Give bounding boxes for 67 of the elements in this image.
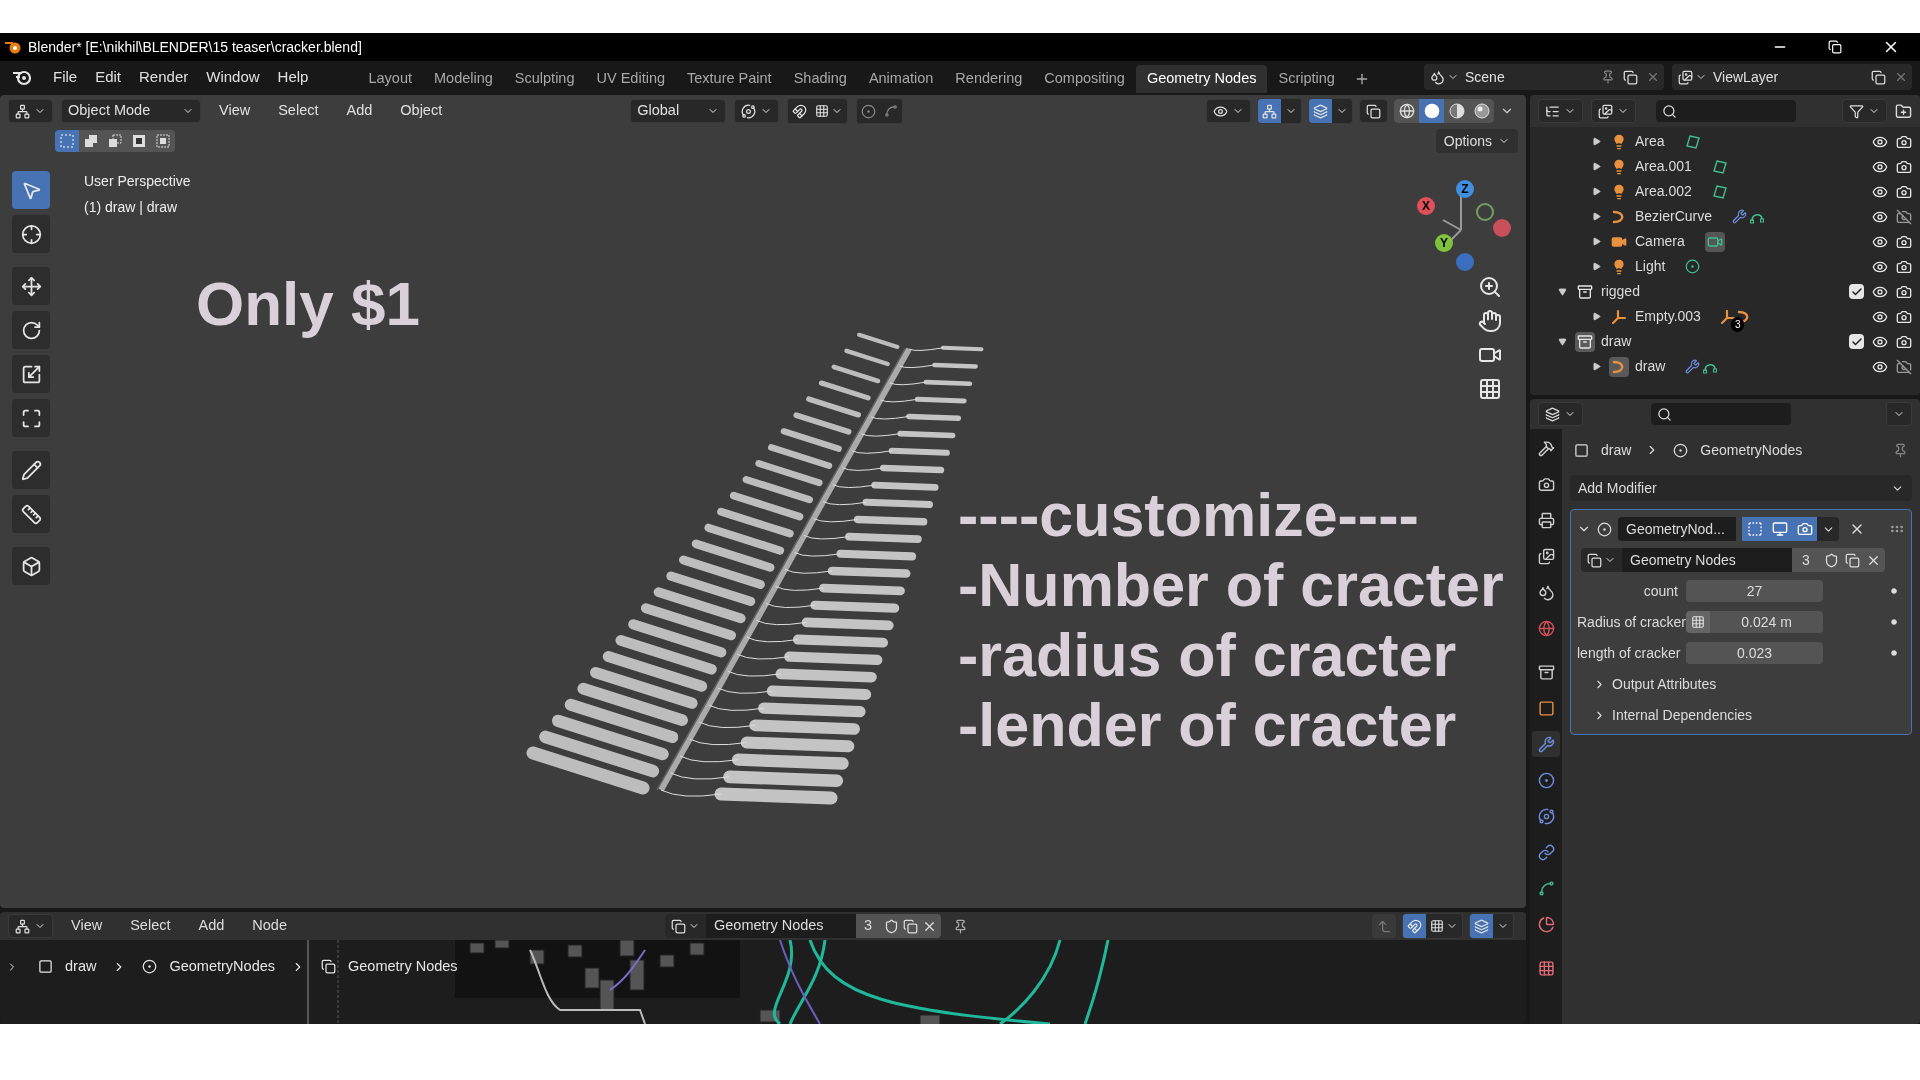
menu-item[interactable]: Select <box>120 915 181 937</box>
object-name[interactable]: Empty.003 <box>1635 306 1701 327</box>
node-group-field[interactable]: Geometry Nodes <box>705 914 856 938</box>
collection-name[interactable]: rigged <box>1601 281 1640 302</box>
count-badge: 3 <box>1730 316 1745 332</box>
axis-handle[interactable]: X <box>1417 197 1435 215</box>
menu-item[interactable]: Add <box>188 915 235 937</box>
viewport-info-text: (1) draw | draw <box>84 198 179 217</box>
object-name[interactable]: Area <box>1635 131 1665 152</box>
menu-item[interactable]: Help <box>268 65 318 89</box>
workspace-tab[interactable]: Texture Paint <box>676 65 783 93</box>
menu-item[interactable]: View <box>209 100 261 122</box>
menu-item[interactable]: File <box>44 65 87 89</box>
subpanel-header[interactable]: Internal Dependencies <box>1577 702 1905 728</box>
object-name[interactable]: Area.001 <box>1635 156 1692 177</box>
add-modifier-dropdown[interactable]: Add Modifier <box>1570 475 1912 501</box>
breadcrumb-item: draw <box>1601 440 1632 460</box>
value-field[interactable]: 27 <box>1686 580 1823 602</box>
modifier-name-field[interactable]: GeometryNod... <box>1618 517 1736 541</box>
caption-text: Only $1 <box>196 268 420 340</box>
menu-item[interactable]: Edit <box>86 65 131 89</box>
caption-text: -lender of cracter <box>958 690 1458 760</box>
workspace-tab[interactable]: Layout <box>357 65 423 93</box>
breadcrumb-item: draw <box>65 957 97 976</box>
menu-item[interactable]: Select <box>268 100 329 122</box>
mode-dropdown[interactable]: Object Mode <box>61 99 201 123</box>
workspace-tab[interactable]: UV Editing <box>585 65 676 93</box>
menu-item[interactable]: Add <box>336 100 383 122</box>
caption-text: ----customize---- <box>958 480 1420 550</box>
field-label: count <box>1642 581 1679 601</box>
breadcrumb-item: GeometryNodes <box>1700 440 1803 460</box>
node-group-field[interactable]: Geometry Nodes <box>1622 548 1792 572</box>
axis-handle[interactable]: Y <box>1435 234 1453 252</box>
orientation-dropdown[interactable]: Global <box>630 99 727 123</box>
object-name[interactable]: Camera <box>1635 231 1685 252</box>
workspace-tab[interactable]: Scripting <box>1267 65 1346 93</box>
subpanel-header[interactable]: Output Attributes <box>1577 671 1905 697</box>
collection-name[interactable]: draw <box>1601 331 1632 352</box>
breadcrumb-item: Geometry Nodes <box>348 957 458 976</box>
menu-item[interactable]: Node <box>242 915 297 937</box>
workspace-tab[interactable]: Shading <box>782 65 858 93</box>
workspace-tab[interactable]: Animation <box>857 65 945 93</box>
axis-handle[interactable]: Z <box>1456 180 1474 198</box>
workspace-tab[interactable]: Compositing <box>1033 65 1136 93</box>
menu-item[interactable]: Render <box>130 65 198 89</box>
menu-item[interactable]: View <box>61 915 113 937</box>
breadcrumb-item: GeometryNodes <box>169 957 275 976</box>
object-name[interactable]: draw <box>1635 356 1666 377</box>
viewport-info-text: User Perspective <box>84 172 191 191</box>
value-field[interactable]: 0.023 <box>1686 642 1823 664</box>
users-count[interactable]: 3 <box>855 914 881 938</box>
workspace-tab[interactable]: Sculpting <box>503 65 586 93</box>
value-field[interactable]: 0.024 m <box>1710 611 1823 633</box>
caption-text: -radius of cracter <box>958 620 1458 690</box>
workspace-tab[interactable]: Modeling <box>423 65 504 93</box>
object-name[interactable]: Area.002 <box>1635 181 1692 202</box>
workspace-tab[interactable]: Rendering <box>944 65 1034 93</box>
workspace-tab[interactable]: Geometry Nodes <box>1135 65 1268 93</box>
field-label: length of cracker <box>1577 643 1682 663</box>
object-name[interactable]: Light <box>1635 256 1666 277</box>
users-count[interactable]: 3 <box>1792 548 1820 572</box>
caption-text: -Number of cracter <box>958 550 1504 620</box>
menu-item[interactable]: Window <box>197 65 269 89</box>
object-name[interactable]: BezierCurve <box>1635 206 1713 227</box>
options-dropdown[interactable]: Options <box>1435 129 1518 153</box>
window-title: Blender* [E:\nikhil\BLENDER\15 teaser\cracker.blend] <box>28 37 362 57</box>
menu-item[interactable]: Object <box>390 100 453 122</box>
